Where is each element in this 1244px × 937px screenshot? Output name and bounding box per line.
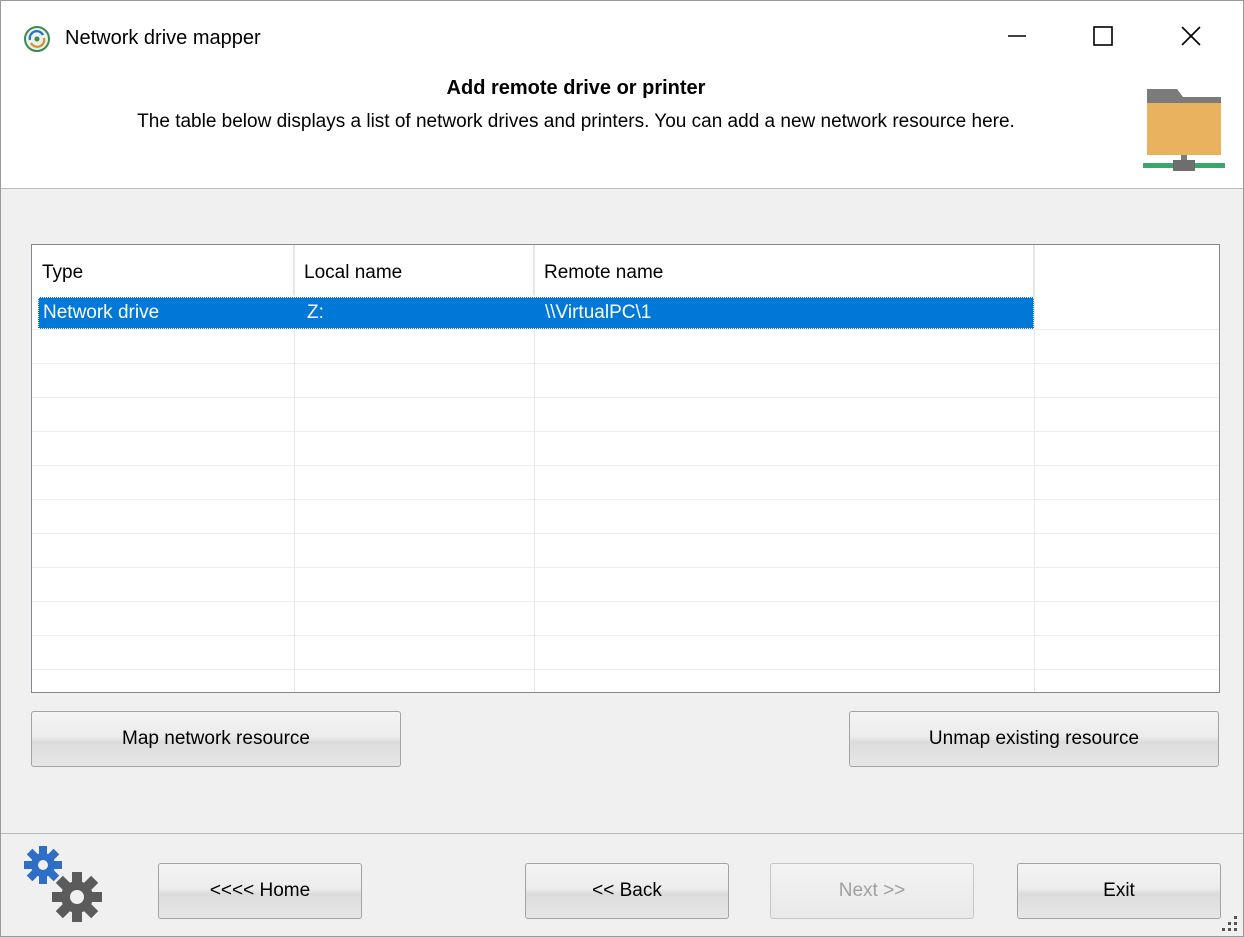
app-network-icon (23, 25, 51, 53)
column-header-remote-name[interactable]: Remote name (534, 245, 1034, 295)
network-folder-icon (1141, 81, 1227, 181)
column-divider (1034, 245, 1035, 692)
cell-type: Network drive (43, 302, 160, 323)
back-button[interactable]: << Back (525, 863, 729, 919)
row-line (32, 567, 1219, 568)
next-button[interactable]: Next >> (770, 863, 974, 919)
row-line (32, 397, 1219, 398)
app-window: Network drive mapper Add remote drive or… (0, 0, 1244, 937)
row-line (32, 533, 1219, 534)
column-header-type[interactable]: Type (32, 245, 294, 295)
column-header-local-name[interactable]: Local name (294, 245, 534, 295)
wizard-header: Add remote drive or printer The table be… (1, 77, 1243, 189)
row-line (32, 635, 1219, 636)
close-button[interactable] (1161, 11, 1221, 61)
unmap-existing-resource-button[interactable]: Unmap existing resource (849, 711, 1219, 767)
row-line (32, 363, 1219, 364)
page-title: Add remote drive or printer (446, 77, 706, 99)
map-network-resource-button[interactable]: Map network resource (31, 711, 401, 767)
row-line (32, 669, 1219, 670)
gears-icon (21, 843, 109, 927)
row-line (32, 465, 1219, 466)
resource-table[interactable]: Type Local name Remote name Network driv… (31, 244, 1220, 693)
minimize-button[interactable] (987, 11, 1047, 61)
home-button[interactable]: <<<< Home (158, 863, 362, 919)
close-icon (1181, 26, 1201, 46)
maximize-button[interactable] (1073, 11, 1133, 61)
exit-button[interactable]: Exit (1017, 863, 1221, 919)
footer-divider (1, 833, 1243, 834)
row-line (32, 431, 1219, 432)
resize-grip-icon[interactable] (1217, 911, 1239, 933)
page-description: The table below displays a list of netwo… (137, 111, 1015, 132)
window-title: Network drive mapper (65, 27, 261, 49)
maximize-icon (1093, 26, 1113, 46)
title-bar: Network drive mapper (1, 1, 1243, 77)
cell-local-name: Z: (307, 302, 324, 323)
table-row[interactable]: Network drive Z: \\VirtualPC\1 (38, 297, 1034, 329)
cell-remote-name: \\VirtualPC\1 (545, 302, 652, 323)
row-line (32, 329, 1219, 330)
row-line (32, 601, 1219, 602)
minimize-icon (1008, 35, 1026, 37)
row-line (32, 499, 1219, 500)
